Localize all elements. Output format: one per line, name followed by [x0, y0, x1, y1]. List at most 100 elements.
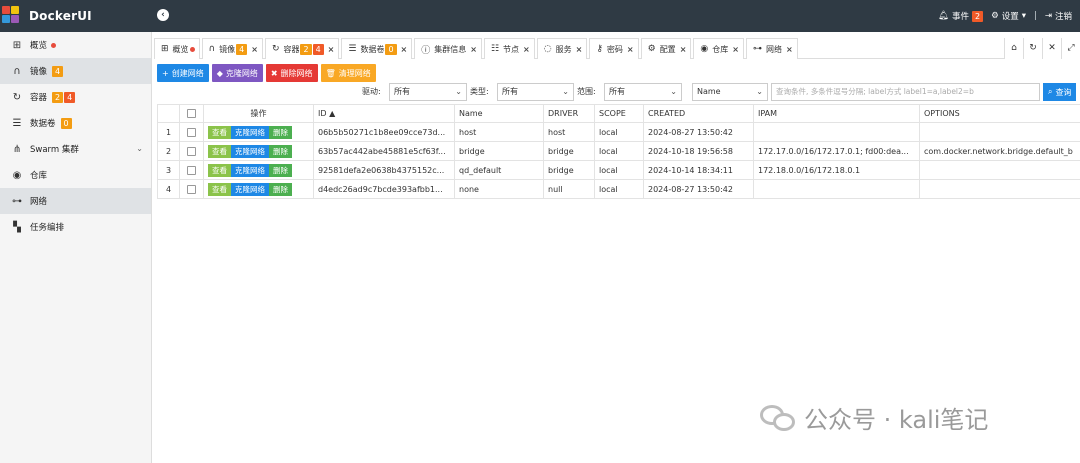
cell-scope: local	[594, 141, 644, 161]
sidebar-item-stacks[interactable]: ▚ 任务编排	[0, 214, 151, 240]
tab-nodes[interactable]: ☷ 节点 ×	[483, 38, 535, 59]
scope-filter-label: 范围:	[577, 87, 596, 96]
view-button[interactable]: 查看	[208, 163, 231, 177]
sidebar-item-images[interactable]: ∩ 镜像 4	[0, 58, 151, 84]
header-scope[interactable]: SCOPE	[594, 104, 644, 123]
prune-network-button[interactable]: 🗑︎ 清理网络	[320, 64, 376, 82]
row-checkbox[interactable]	[187, 165, 196, 175]
header-options[interactable]: OPTIONS	[919, 104, 1080, 123]
docker-logo-icon	[2, 6, 22, 26]
header-driver[interactable]: DRIVER	[543, 104, 595, 123]
close-icon[interactable]: ×	[786, 45, 793, 54]
cell-name: none	[454, 179, 544, 199]
sidebar-item-containers[interactable]: ↻ 容器 2 4	[0, 84, 151, 110]
tab-configs[interactable]: ⚙ 配置 ×	[640, 38, 692, 59]
cell-driver: host	[543, 122, 595, 142]
tab-badge: 4	[236, 43, 248, 55]
tab-secrets[interactable]: ⚷ 密码 ×	[589, 38, 639, 59]
fullscreen-icon[interactable]: ⤢	[1061, 38, 1080, 59]
row-ops: 查看 克隆网络 删除	[203, 179, 314, 199]
sidebar-item-networks[interactable]: ⊶ 网络	[0, 188, 151, 214]
clone-network-row-button[interactable]: 克隆网络	[231, 163, 269, 177]
clone-network-row-button[interactable]: 克隆网络	[231, 125, 269, 139]
create-network-label: 创建网络	[171, 68, 204, 78]
scope-select[interactable]: 所有 ⌄	[604, 83, 682, 101]
row-number: 4	[157, 179, 180, 199]
row-checkbox[interactable]	[187, 184, 196, 194]
alert-dot	[189, 46, 195, 52]
close-icon[interactable]: ×	[470, 45, 477, 54]
type-select[interactable]: 所有 ⌄	[497, 83, 574, 101]
delete-row-button[interactable]: 删除	[269, 182, 292, 196]
database-icon: ☰	[348, 44, 357, 54]
close-all-icon[interactable]: ✕	[1042, 38, 1061, 59]
view-button[interactable]: 查看	[208, 125, 231, 139]
close-icon[interactable]: ×	[251, 45, 258, 54]
create-network-button[interactable]: + 创建网络	[157, 64, 209, 82]
delete-row-button[interactable]: 删除	[269, 163, 292, 177]
sidebar-collapse-icon[interactable]: ‹	[157, 9, 169, 21]
clone-network-row-button[interactable]: 克隆网络	[231, 144, 269, 158]
close-icon[interactable]: ×	[523, 45, 530, 54]
containers-running-badge: 2	[52, 91, 64, 103]
header-name[interactable]: Name	[454, 104, 544, 123]
events-menu[interactable]: 🔔︎ 事件 2	[938, 10, 984, 22]
logout-button[interactable]: ⇥ 注销	[1045, 10, 1072, 22]
select-all-checkbox[interactable]	[187, 109, 196, 118]
sidebar-item-label: 数据卷	[30, 119, 56, 129]
tab-overview[interactable]: ⊞ 概览	[154, 38, 200, 59]
logout-label: 注销	[1054, 12, 1072, 22]
tab-images[interactable]: ∩ 镜像 4 ×	[201, 38, 263, 59]
tab-networks[interactable]: ⊶ 网络 ×	[745, 38, 798, 59]
search-button[interactable]: ⌕ 查询	[1043, 83, 1077, 101]
header-ipam[interactable]: IPAM	[753, 104, 920, 123]
tab-label: 数据卷	[360, 44, 385, 54]
view-button[interactable]: 查看	[208, 144, 231, 158]
usb-icon: ⊶	[752, 44, 762, 54]
delete-row-button[interactable]: 删除	[269, 144, 292, 158]
tab-containers[interactable]: ↻ 容器 2 4 ×	[264, 38, 340, 59]
prune-network-label: 清理网络	[338, 68, 371, 78]
tab-registry[interactable]: ◉ 仓库 ×	[693, 38, 744, 59]
sidebar-item-swarm[interactable]: ⋔ Swarm 集群 ⌄	[0, 136, 151, 162]
tab-services[interactable]: ◌ 服务 ×	[536, 38, 588, 59]
close-icon[interactable]: ×	[401, 45, 408, 54]
search-field-select[interactable]: Name ⌄	[692, 83, 768, 101]
clone-network-button[interactable]: ◆ 克隆网络	[211, 64, 263, 82]
view-button[interactable]: 查看	[208, 182, 231, 196]
settings-menu[interactable]: ⚙ 设置 ▾	[991, 10, 1026, 22]
events-label: 事件	[951, 12, 969, 22]
refresh-icon[interactable]: ↻	[1023, 38, 1042, 59]
sidebar-item-overview[interactable]: ⊞ 概览	[0, 32, 151, 58]
tab-cluster-info[interactable]: ⓘ 集群信息 ×	[414, 38, 482, 59]
server-icon: ☷	[490, 44, 500, 54]
tab-bar: ⊞ 概览 ∩ 镜像 4 × ↻ 容器 2 4 × ☰ 数据卷 0 × ⓘ 集群信…	[154, 38, 1080, 59]
delete-row-button[interactable]: 删除	[269, 125, 292, 139]
home-icon[interactable]: ⌂	[1004, 38, 1023, 59]
close-icon[interactable]: ×	[576, 45, 583, 54]
header-id[interactable]: ID ▲	[313, 104, 455, 123]
cell-id: 06b5b50271c1b8ee09cce73d...	[313, 122, 455, 142]
tab-label: 网络	[765, 44, 782, 54]
sidebar-item-volumes[interactable]: ☰ 数据卷 0	[0, 110, 151, 136]
close-icon[interactable]: ×	[732, 45, 739, 54]
table-row: 2 查看 克隆网络 删除 63b57ac442abe45881e5cf63f..…	[157, 141, 1080, 161]
app-logo[interactable]: DockerUI	[0, 0, 150, 32]
search-input[interactable]: 查询条件, 多条件逗号分隔; label方式 label1=a,label2=b	[771, 83, 1040, 101]
close-icon[interactable]: ×	[680, 45, 687, 54]
header-created[interactable]: CREATED	[643, 104, 754, 123]
close-icon[interactable]: ×	[627, 45, 634, 54]
plus-icon: +	[162, 68, 169, 78]
cell-id: d4edc26ad9c7bcde393afbb1...	[313, 179, 455, 199]
delete-network-button[interactable]: ✖ 删除网络	[265, 64, 318, 82]
clone-network-row-button[interactable]: 克隆网络	[231, 182, 269, 196]
table-row: 4 查看 克隆网络 删除 d4edc26ad9c7bcde393afbb1...…	[157, 179, 1080, 199]
sidebar-item-registry[interactable]: ◉ 仓库	[0, 162, 151, 188]
close-icon[interactable]: ×	[328, 45, 335, 54]
cell-created: 2024-08-27 13:50:42	[643, 122, 754, 142]
row-checkbox[interactable]	[187, 146, 196, 156]
tab-volumes[interactable]: ☰ 数据卷 0 ×	[341, 38, 413, 59]
driver-select[interactable]: 所有 ⌄	[389, 83, 467, 101]
row-checkbox[interactable]	[187, 127, 196, 137]
row-checkbox-cell	[179, 160, 204, 180]
